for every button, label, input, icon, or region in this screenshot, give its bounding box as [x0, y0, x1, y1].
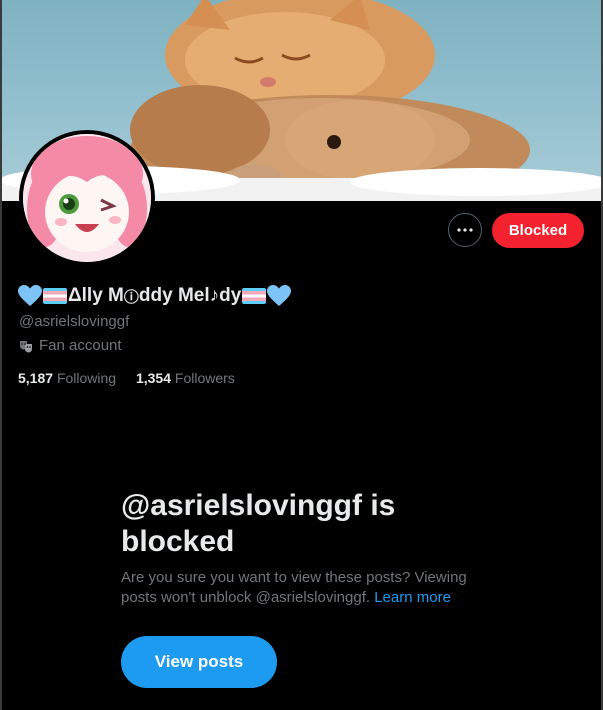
- more-horizontal-icon: [457, 228, 473, 232]
- blue-heart-icon: [18, 285, 42, 306]
- window-border-left: [0, 0, 2, 710]
- display-name-part3: dy: [219, 285, 242, 306]
- display-name-part1: Δlly M: [68, 285, 124, 306]
- blue-heart-icon: [267, 285, 292, 306]
- theater-masks-icon: [20, 340, 32, 352]
- followers-count: 1,354: [135, 370, 172, 386]
- category-label: Fan account: [39, 337, 122, 354]
- blocked-button[interactable]: Blocked: [492, 213, 584, 248]
- user-handle: @asrielslovinggf: [19, 313, 130, 330]
- following-label: Following: [56, 370, 117, 386]
- blocked-notice-description: Are you sure you want to view these post…: [121, 568, 481, 608]
- blocked-notice-title: @asrielslovinggf is blocked: [121, 489, 396, 558]
- following-link[interactable]: 5,187 Following: [18, 370, 116, 386]
- display-name-part2: ddy Mel: [138, 285, 210, 306]
- avatar-image: [23, 134, 151, 262]
- profile-category: Fan account: [19, 337, 122, 354]
- following-count: 5,187: [18, 370, 54, 386]
- followers-label: Followers: [174, 370, 235, 386]
- transgender-flag-icon: [242, 288, 267, 304]
- unknown-glyph-box: ⓘ: [123, 288, 139, 306]
- avatar[interactable]: [19, 130, 155, 266]
- more-options-button[interactable]: [448, 213, 482, 247]
- learn-more-link[interactable]: Learn more: [374, 589, 451, 606]
- display-name: Δlly M ⓘ ddy Mel ♪ dy: [18, 285, 292, 307]
- followers-link[interactable]: 1,354 Followers: [136, 370, 235, 386]
- view-posts-button[interactable]: View posts: [121, 636, 277, 688]
- transgender-flag-icon: [43, 288, 67, 304]
- profile-stats: 5,187 Following 1,354 Followers: [18, 370, 251, 386]
- music-note-icon: ♪: [209, 285, 220, 306]
